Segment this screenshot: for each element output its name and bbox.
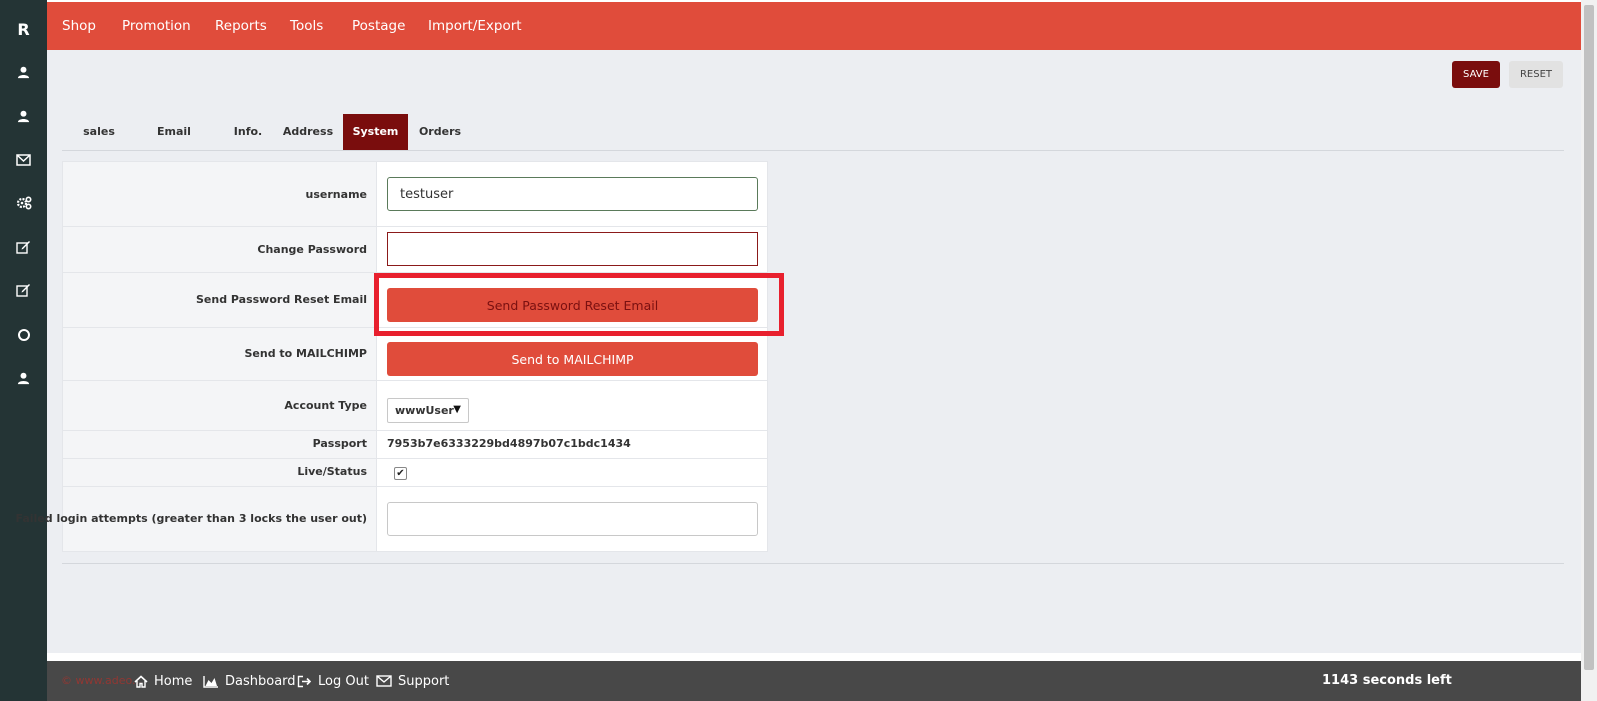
- footer-support-link[interactable]: Support: [376, 661, 449, 701]
- envelope-icon: [16, 154, 31, 166]
- sidebar-item-mail[interactable]: [0, 140, 47, 180]
- edit-icon: [16, 241, 30, 254]
- top-navigation: Shop Promotion Reports Tools Postage Imp…: [47, 2, 1581, 50]
- footer-support-label: Support: [398, 673, 450, 689]
- gears-icon: [16, 196, 32, 210]
- footer-home-label: Home: [154, 673, 193, 689]
- footer-logout-label: Log Out: [318, 673, 369, 689]
- sidebar-item-user-2[interactable]: [0, 96, 47, 136]
- change-password-input[interactable]: [387, 232, 758, 266]
- reset-email-label: Send Password Reset Email: [195, 293, 367, 306]
- user-icon: [17, 372, 30, 384]
- nav-reports[interactable]: Reports: [215, 2, 267, 50]
- nav-tools[interactable]: Tools: [290, 2, 323, 50]
- row-divider: [63, 226, 767, 227]
- check-icon: ✔: [396, 468, 405, 479]
- tabs-divider: [62, 150, 1564, 151]
- passport-value: 7953b7e6333229bd4897b07c1bdc1434: [387, 437, 631, 450]
- sidebar-item-settings[interactable]: [0, 183, 47, 223]
- nav-import-export[interactable]: Import/Export: [428, 2, 522, 50]
- logo-text: R: [17, 19, 30, 39]
- account-type-value: wwwUser: [395, 404, 454, 417]
- chevron-down-icon: ▼: [453, 404, 461, 415]
- send-to-mailchimp-button[interactable]: Send to MAILCHIMP: [387, 342, 758, 376]
- highlight-box: [374, 273, 784, 336]
- tab-email-history[interactable]: Email History: [133, 114, 215, 174]
- sidebar: R: [0, 0, 47, 701]
- tab-info[interactable]: Info.: [226, 114, 270, 150]
- page: R Shop Promotion Reports Tools Postage I…: [0, 0, 1597, 701]
- tab-sales[interactable]: sales: [75, 114, 123, 150]
- username-value: testuser: [400, 186, 454, 202]
- row-divider: [63, 430, 767, 431]
- live-status-label: Live/Status: [297, 465, 367, 478]
- account-type-select[interactable]: wwwUser ▼: [387, 398, 469, 423]
- passport-label: Passport: [312, 437, 367, 450]
- nav-promotion[interactable]: Promotion: [122, 2, 191, 50]
- nav-postage[interactable]: Postage: [352, 2, 405, 50]
- failed-login-label: Failed login attempts (greater than 3 lo…: [15, 512, 367, 525]
- row-divider: [63, 380, 767, 381]
- username-label: username: [305, 188, 367, 201]
- username-input[interactable]: testuser: [387, 177, 758, 211]
- user-icon: [17, 110, 30, 122]
- sidebar-item-edit-2[interactable]: [0, 270, 47, 310]
- footer-strip: [47, 653, 1581, 661]
- session-timer: 1143 seconds left: [1322, 673, 1452, 688]
- save-button[interactable]: SAVE: [1452, 61, 1500, 88]
- edit-icon: [16, 284, 30, 297]
- row-divider: [63, 486, 767, 487]
- home-icon: [134, 674, 148, 688]
- sidebar-item-circle[interactable]: [0, 315, 47, 355]
- circle-icon: [17, 329, 30, 341]
- change-password-label: Change Password: [257, 243, 367, 256]
- reset-button[interactable]: RESET: [1509, 61, 1563, 88]
- content-divider: [62, 563, 1564, 564]
- footer-logout-link[interactable]: Log Out: [297, 661, 369, 701]
- chart-icon: [203, 675, 218, 688]
- scrollbar-thumb[interactable]: [1584, 5, 1594, 670]
- footer-dashboard-link[interactable]: Dashboard: [203, 661, 296, 701]
- row-divider: [63, 458, 767, 459]
- tab-orders[interactable]: Orders: [415, 114, 465, 150]
- system-form: username testuser Change Password Send P…: [15, 161, 768, 552]
- footer-home-link[interactable]: Home: [134, 661, 192, 701]
- user-icon: [17, 66, 30, 78]
- copyright: © www.adeo...: [61, 674, 143, 687]
- logo[interactable]: R: [0, 9, 47, 49]
- live-status-checkbox[interactable]: ✔: [394, 467, 407, 480]
- account-type-label: Account Type: [284, 399, 367, 412]
- envelope-icon: [376, 675, 392, 687]
- sign-out-icon: [297, 675, 312, 687]
- nav-shop[interactable]: Shop: [62, 2, 96, 50]
- footer: © www.adeo... Home Dashboard Log Out Sup…: [47, 661, 1581, 701]
- footer-dashboard-label: Dashboard: [225, 673, 296, 689]
- failed-login-input[interactable]: [387, 502, 758, 536]
- sidebar-item-edit-1[interactable]: [0, 227, 47, 267]
- tab-system[interactable]: System: [343, 114, 408, 150]
- sidebar-item-user-1[interactable]: [0, 52, 47, 92]
- vertical-scrollbar[interactable]: [1581, 0, 1597, 701]
- sidebar-item-user-3[interactable]: [0, 358, 47, 398]
- tab-address[interactable]: Address: [281, 114, 335, 150]
- mailchimp-label: Send to MAILCHIMP: [244, 347, 367, 360]
